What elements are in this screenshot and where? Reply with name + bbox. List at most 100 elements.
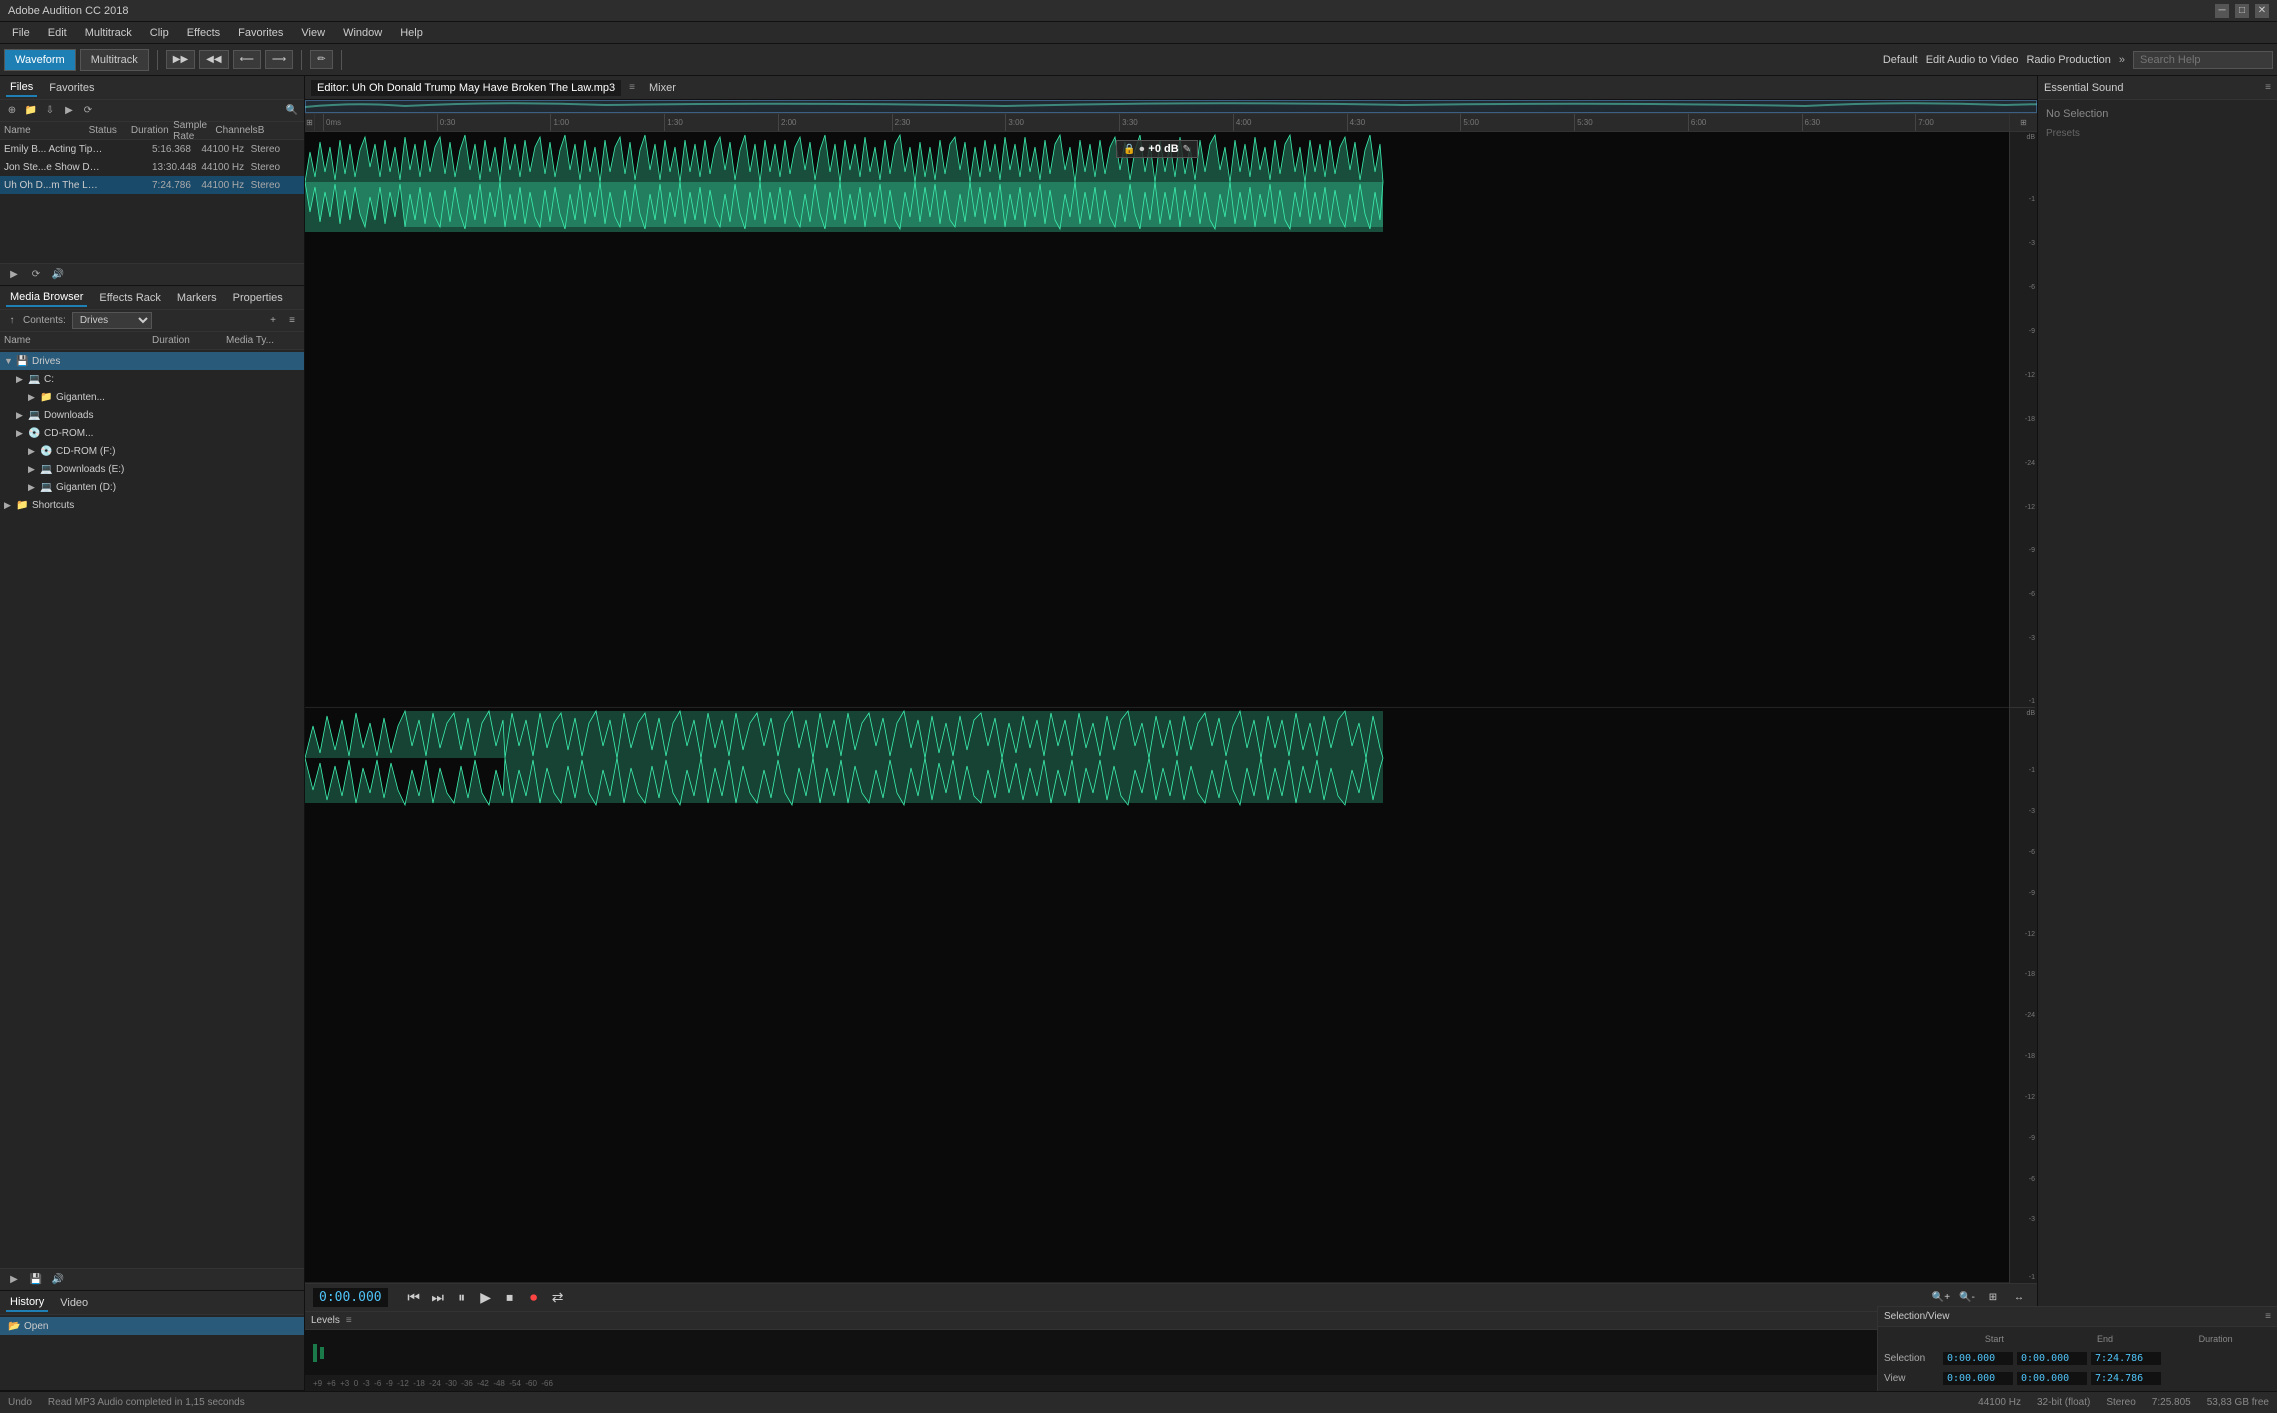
ruler-right-btn[interactable]: ⊞ [2020,118,2027,127]
files-search-btn[interactable]: 🔍 [284,103,300,119]
toolbar-pencil[interactable]: ✏ [310,50,332,69]
tab-effects-rack[interactable]: Effects Rack [95,290,165,306]
tree-item-giganten[interactable]: ▶ 📁 Giganten... [0,388,304,406]
sv-view-end[interactable]: 0:00.000 [2017,1372,2087,1385]
menu-favorites[interactable]: Favorites [230,25,291,41]
toolbar-btn-2[interactable]: ◀◀ [199,50,228,69]
tree-item-shortcuts[interactable]: ▶ 📁 Shortcuts [0,496,304,514]
ruler-0ms: 0ms [323,114,437,131]
btn-rewind-start[interactable]: ⏮ [404,1288,424,1308]
files-import-btn[interactable]: ⇩ [42,103,58,119]
btn-loop[interactable]: ⇄ [548,1288,568,1308]
files-folder-btn[interactable]: 📁 [23,103,39,119]
editor-tab-main[interactable]: Editor: Uh Oh Donald Trump May Have Brok… [311,80,621,96]
mb-add-btn[interactable]: + [265,313,281,329]
file-channels-2: Stereo [251,180,300,191]
sv-selection-label: Selection [1884,1353,1939,1364]
menu-clip[interactable]: Clip [142,25,177,41]
menu-file[interactable]: File [4,25,38,41]
menu-edit[interactable]: Edit [40,25,75,41]
btn-prev[interactable]: ⏭ [428,1288,448,1308]
file-sample-1: 44100 Hz [201,162,250,173]
tab-video[interactable]: Video [56,1295,92,1311]
maximize-button[interactable]: □ [2235,4,2249,18]
btn-zoom-in[interactable]: 🔍+ [1931,1288,1951,1308]
media-browser-footer: ▶ 💾 🔊 [0,1268,304,1290]
db-label-m3-b: -3 [2010,791,2035,832]
mb-footer-save[interactable]: 💾 [28,1272,44,1288]
toolbar: Waveform Multitrack ▶▶ ◀◀ ⟵ ⟶ ✏ Default … [0,44,2277,76]
sv-selection-start[interactable]: 0:00.000 [1943,1352,2013,1365]
minimize-button[interactable]: ─ [2215,4,2229,18]
tree-item-downloads[interactable]: ▶ 💻 Downloads [0,406,304,424]
menu-view[interactable]: View [293,25,333,41]
db-label-m1-3: -1 [2010,661,2035,707]
mb-contents-select[interactable]: Drives [72,312,152,329]
btn-zoom-out[interactable]: 🔍- [1957,1288,1977,1308]
btn-stop[interactable]: ⏹ [500,1288,520,1308]
tree-item-c[interactable]: ▶ 💻 C: [0,370,304,388]
btn-play[interactable]: ▶ [476,1288,496,1308]
files-footer-play[interactable]: ▶ [6,267,22,283]
toolbar-btn-3[interactable]: ⟵ [233,50,261,69]
btn-pause[interactable]: ⏸ [452,1288,472,1308]
mb-filter-btn[interactable]: ≡ [284,313,300,329]
waveform-channel-2[interactable] [305,708,2009,1284]
files-new-btn[interactable]: ⊕ [4,103,20,119]
btn-zoom-reset[interactable]: ↔ [2009,1288,2029,1308]
levels-menu-btn[interactable]: ≡ [346,1315,352,1326]
files-footer-speaker[interactable]: 🔊 [50,267,66,283]
tree-item-downloads-e[interactable]: ▶ 💻 Downloads (E:) [0,460,304,478]
file-row-2[interactable]: Uh Oh D...m The Law.mp3 7:24.786 44100 H… [0,176,304,194]
sv-view-duration[interactable]: 7:24.786 [2091,1372,2161,1385]
tree-item-drives[interactable]: ▼ 💾 Drives [0,352,304,370]
toolbar-btn-1[interactable]: ▶▶ [166,50,195,69]
file-row-1[interactable]: Jon Ste...e Show Desk.mp3 13:30.448 4410… [0,158,304,176]
playback-bar: 0:00.000 ⏮ ⏭ ⏸ ▶ ⏹ ⏺ ⇄ 🔍+ 🔍- ⊞ ↔ [305,1283,2037,1311]
files-play-btn[interactable]: ▶ [61,103,77,119]
mb-up-btn[interactable]: ↑ [4,313,20,329]
close-button[interactable]: ✕ [2255,4,2269,18]
files-footer: ▶ ⟳ 🔊 [0,263,304,285]
db-label-top: dB [2010,132,2035,178]
tree-item-cdrom[interactable]: ▶ 💿 CD-ROM... [0,424,304,442]
sv-menu-btn[interactable]: ≡ [2265,1311,2271,1322]
waveform-tab[interactable]: Waveform [4,49,76,71]
tree-item-giganten-d[interactable]: ▶ 💻 Giganten (D:) [0,478,304,496]
essential-sound-menu[interactable]: ≡ [2265,82,2271,93]
waveform-wrapper[interactable]: 🔒 ⏺ +0 dB ✎ [305,132,2009,1283]
waveform-channel-1[interactable] [305,132,2009,708]
btn-zoom-fit[interactable]: ⊞ [1983,1288,2003,1308]
tab-properties[interactable]: Properties [229,290,287,306]
file-row-0[interactable]: Emily B... Acting Tips.mp3 5:16.368 4410… [0,140,304,158]
files-loop-btn[interactable]: ⟳ [80,103,96,119]
tab-markers[interactable]: Markers [173,290,221,306]
toolbar-btn-4[interactable]: ⟶ [265,50,293,69]
history-item-open[interactable]: 📂 Open [0,1317,304,1335]
sv-selection-end[interactable]: 0:00.000 [2017,1352,2087,1365]
gain-icon-1: 🔒 [1123,144,1135,155]
tab-favorites[interactable]: Favorites [45,80,98,96]
btn-record[interactable]: ⏺ [524,1288,544,1308]
tree-item-cdrom-f[interactable]: ▶ 💿 CD-ROM (F:) [0,442,304,460]
editor-tab-close[interactable]: ≡ [629,82,635,93]
toolbar-expand-icon[interactable]: » [2119,54,2125,66]
tab-media-browser[interactable]: Media Browser [6,289,87,307]
minimap-viewport[interactable] [305,100,2037,113]
tab-history[interactable]: History [6,1294,48,1312]
mb-footer-speaker[interactable]: 🔊 [50,1272,66,1288]
gain-label[interactable]: +0 dB [1148,143,1178,155]
sv-view-start[interactable]: 0:00.000 [1943,1372,2013,1385]
menu-effects[interactable]: Effects [179,25,228,41]
multitrack-tab[interactable]: Multitrack [80,49,149,71]
files-footer-loop[interactable]: ⟳ [28,267,44,283]
editor-tab-mixer[interactable]: Mixer [643,80,682,96]
giganten-icon: 📁 [40,392,54,403]
sv-selection-duration[interactable]: 7:24.786 [2091,1352,2161,1365]
search-input[interactable] [2133,51,2273,69]
menu-help[interactable]: Help [392,25,431,41]
mb-footer-play[interactable]: ▶ [6,1272,22,1288]
tab-files[interactable]: Files [6,79,37,97]
menu-window[interactable]: Window [335,25,390,41]
menu-multitrack[interactable]: Multitrack [77,25,140,41]
